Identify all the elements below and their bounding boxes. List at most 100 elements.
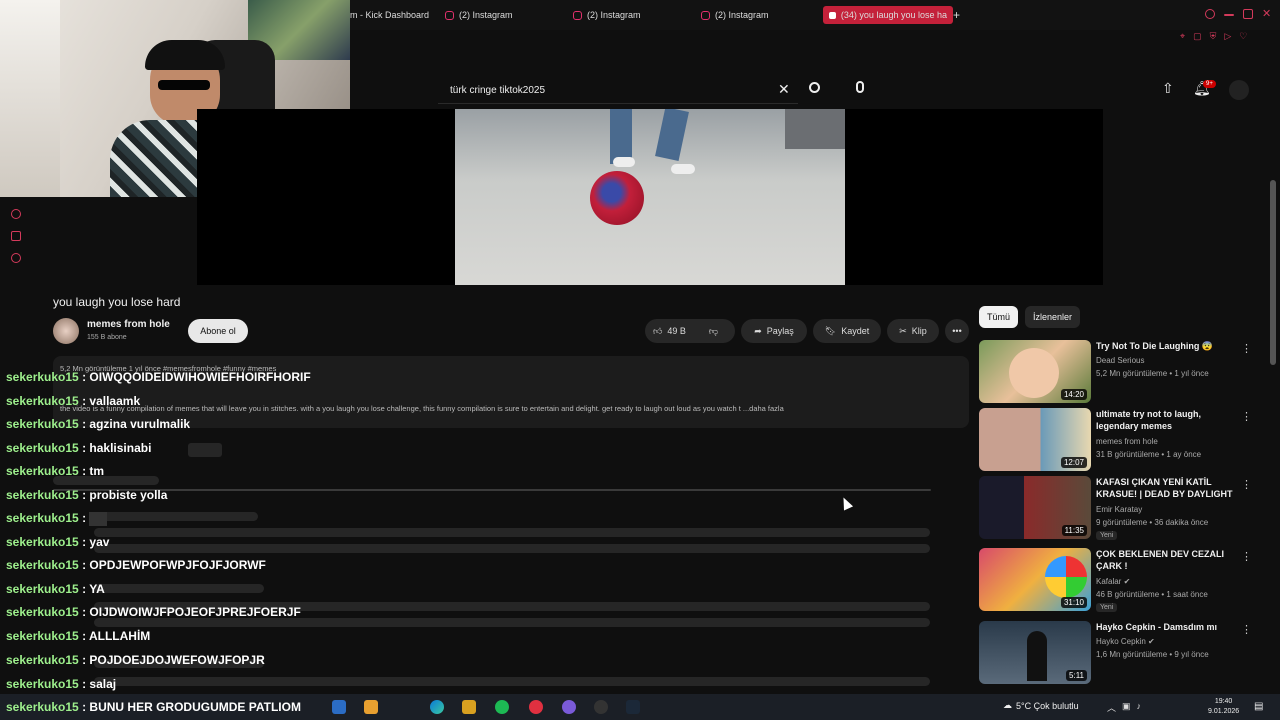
- share-icon: ➦: [754, 325, 762, 336]
- new-tab-button[interactable]: +: [953, 6, 960, 24]
- page-scrollbar[interactable]: [1270, 180, 1276, 365]
- more-options-icon[interactable]: ⋮: [1241, 478, 1252, 491]
- chat-message: sekerkuko15 :: [6, 511, 108, 526]
- maximize-icon[interactable]: [1243, 9, 1253, 19]
- avatar[interactable]: [1229, 80, 1249, 100]
- recommendation-item[interactable]: 5:11 Hayko Cepkin - Damsdım mı Hayko Cep…: [979, 621, 1259, 685]
- play-icon[interactable]: ▷: [1224, 31, 1231, 43]
- duration-badge: 14:20: [1060, 389, 1087, 400]
- video-thumbnail[interactable]: 11:35: [979, 476, 1091, 539]
- save-button[interactable]: 🔖︎ Kaydet: [813, 319, 881, 343]
- heart-icon[interactable]: ♡: [1239, 31, 1247, 43]
- chat-message: sekerkuko15 : OPDJEWPOFWPJFOJFJORWF: [6, 558, 266, 572]
- search-icon[interactable]: [1205, 9, 1215, 19]
- recommendation-channel[interactable]: Dead Serious: [1096, 355, 1144, 366]
- close-icon[interactable]: ✕: [1262, 9, 1272, 20]
- chat-message: sekerkuko15 : yav: [6, 535, 110, 549]
- record-icon[interactable]: [11, 209, 21, 219]
- video-thumbnail[interactable]: 12:07: [979, 408, 1091, 471]
- file-explorer-icon[interactable]: [462, 700, 476, 714]
- verified-icon: ✔: [1123, 577, 1131, 586]
- recommendation-channel[interactable]: memes from hole: [1096, 436, 1158, 447]
- spotify-icon[interactable]: [495, 700, 509, 714]
- chevron-up-icon[interactable]: ︿: [1107, 701, 1116, 714]
- microphone-icon[interactable]: [856, 81, 864, 93]
- description-text: the video is a funny compilation of meme…: [60, 404, 784, 413]
- video-frame: [455, 109, 845, 285]
- edge-icon[interactable]: [430, 700, 444, 714]
- video-thumbnail[interactable]: 31:10: [979, 548, 1091, 611]
- more-options-icon[interactable]: ⋮: [1241, 410, 1252, 423]
- recommendation-item[interactable]: 31:10 ÇOK BEKLENEN DEV CEZALI ÇARK ! Kaf…: [979, 548, 1259, 612]
- tab-instagram-1[interactable]: (2) Instagram: [445, 6, 563, 24]
- share-label: Paylaş: [766, 326, 794, 336]
- chat-message: sekerkuko15 : probiste yolla: [6, 488, 168, 502]
- new-badge: Yeni: [1096, 603, 1118, 612]
- minimize-icon[interactable]: [1224, 14, 1234, 16]
- video-thumbnail[interactable]: 5:11: [979, 621, 1091, 684]
- placeholder-bar: [188, 443, 222, 457]
- chip-all[interactable]: Tümü: [979, 306, 1019, 328]
- recommendation-title[interactable]: KAFASI ÇIKAN YENİ KATİL KRASUE! | DEAD B…: [1096, 476, 1236, 500]
- recommendation-title[interactable]: ÇOK BEKLENEN DEV CEZALI ÇARK !: [1096, 548, 1236, 572]
- like-count[interactable]: 49 B: [667, 326, 686, 336]
- recommendation-title[interactable]: ultimate try not to laugh, legendary mem…: [1096, 408, 1236, 432]
- more-actions-button[interactable]: •••: [945, 319, 969, 343]
- more-options-icon[interactable]: ⋮: [1241, 342, 1252, 355]
- bookmark-icon: 🔖︎: [824, 325, 837, 336]
- like-dislike-group: 👍︎ 49 B 👎︎: [645, 319, 735, 343]
- upload-icon[interactable]: ⇧: [1162, 80, 1174, 97]
- chip-watched[interactable]: İzlenenler: [1025, 306, 1081, 328]
- subscribe-button[interactable]: Abone ol: [188, 319, 248, 343]
- channel-avatar[interactable]: [53, 318, 79, 344]
- settings-gear-icon[interactable]: [11, 253, 21, 263]
- weather-widget[interactable]: ☁ 5°C Çok bulutlu: [1003, 700, 1079, 711]
- clock[interactable]: 19:40 9.01.2026: [1208, 697, 1239, 717]
- volume-icon[interactable]: ♪: [1137, 701, 1142, 714]
- recommendation-item[interactable]: 11:35 KAFASI ÇIKAN YENİ KATİL KRASUE! | …: [979, 476, 1259, 540]
- steam-icon[interactable]: [626, 700, 640, 714]
- channel-name[interactable]: memes from hole: [87, 319, 170, 330]
- video-player[interactable]: [197, 109, 1103, 285]
- recommendation-channel[interactable]: Kafalar ✔: [1096, 576, 1130, 587]
- chat-message: sekerkuko15 : YA: [6, 582, 105, 596]
- recommendation-title[interactable]: Try Not To Die Laughing 😨: [1096, 340, 1236, 352]
- system-tray: ︿ ▣ ♪: [1107, 701, 1141, 714]
- like-icon[interactable]: 👍︎: [653, 326, 662, 337]
- search-icon[interactable]: [809, 82, 820, 93]
- tab-instagram-3[interactable]: (2) Instagram: [701, 6, 819, 24]
- opera-icon[interactable]: [529, 700, 543, 714]
- recommendation-item[interactable]: 14:20 Try Not To Die Laughing 😨 Dead Ser…: [979, 340, 1259, 404]
- recommendation-title[interactable]: Hayko Cepkin - Damsdım mı: [1096, 621, 1236, 633]
- share-button[interactable]: ➦ Paylaş: [741, 319, 807, 343]
- tab-youtube-active[interactable]: (34) you laugh you lose ha: [823, 6, 953, 24]
- instagram-icon: [445, 10, 454, 20]
- tab-instagram-2[interactable]: (2) Instagram: [573, 6, 691, 24]
- network-icon[interactable]: ▣: [1122, 701, 1131, 714]
- extension-bar: ⌖ ▢ ⛨ ▷ ♡: [1180, 31, 1260, 43]
- more-options-icon[interactable]: ⋮: [1241, 550, 1252, 563]
- chat-icon[interactable]: [11, 231, 21, 241]
- clear-search-icon[interactable]: ✕: [778, 81, 790, 98]
- clip-button[interactable]: ✂ Klip: [887, 319, 939, 343]
- instagram-icon: [573, 10, 582, 20]
- app-icon[interactable]: [364, 700, 378, 714]
- screenshot-icon[interactable]: ▢: [1193, 31, 1202, 43]
- dislike-icon[interactable]: 👎︎: [709, 326, 718, 337]
- recommendation-channel[interactable]: Emir Karatay: [1096, 504, 1142, 515]
- search-input[interactable]: türk cringe tiktok2025: [438, 85, 545, 96]
- chat-message: sekerkuko15 : POJDOEJDOJWEFOWJFOPJR: [6, 653, 265, 667]
- shield-icon[interactable]: ⛨: [1210, 31, 1217, 43]
- discord-icon[interactable]: [562, 700, 576, 714]
- video-thumbnail[interactable]: 14:20: [979, 340, 1091, 403]
- notification-center-icon[interactable]: ▤: [1254, 701, 1263, 712]
- obs-icon[interactable]: [594, 700, 608, 714]
- tab-kick-dashboard[interactable]: m - Kick Dashboard: [350, 6, 435, 24]
- recommendation-channel[interactable]: Hayko Cepkin ✔: [1096, 636, 1155, 647]
- app-icon[interactable]: [332, 700, 346, 714]
- recommendation-item[interactable]: 12:07 ultimate try not to laugh, legenda…: [979, 408, 1259, 472]
- ball: [590, 171, 644, 225]
- pin-icon[interactable]: ⌖: [1180, 31, 1185, 43]
- more-options-icon[interactable]: ⋮: [1241, 623, 1252, 636]
- placeholder-bar: [94, 512, 258, 521]
